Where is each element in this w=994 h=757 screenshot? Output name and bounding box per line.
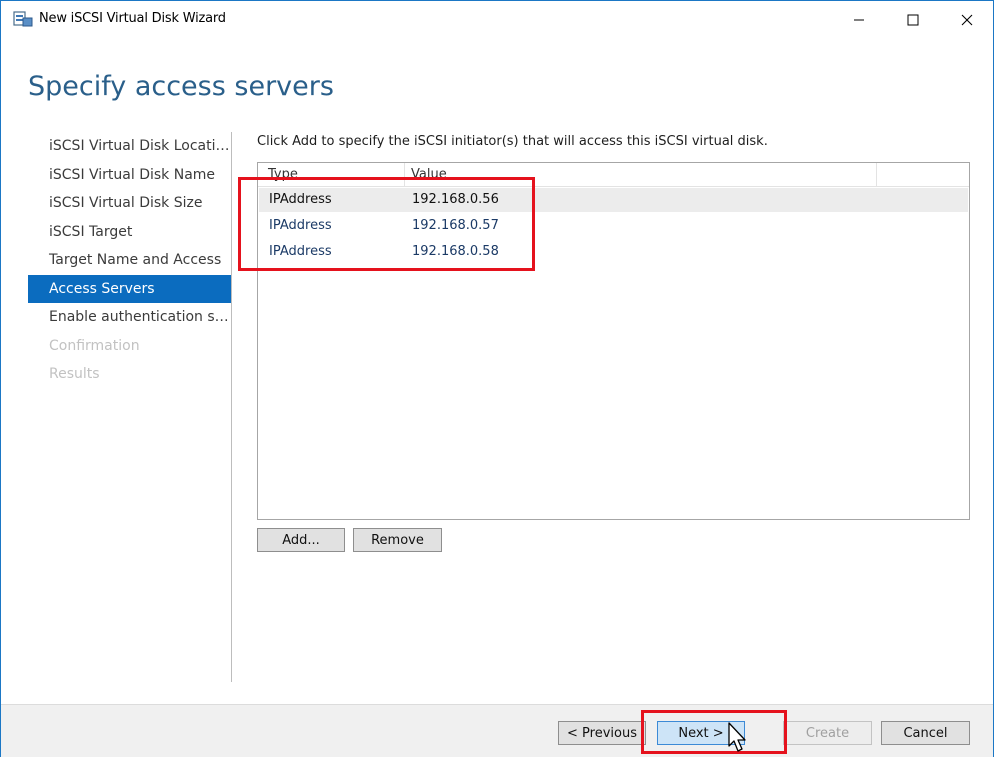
page-title: Specify access servers bbox=[28, 71, 334, 102]
cell-type: IPAddress bbox=[269, 192, 332, 207]
previous-button[interactable]: < Previous bbox=[558, 721, 646, 745]
nav-step-disk-size[interactable]: iSCSI Virtual Disk Size bbox=[28, 189, 231, 218]
close-button[interactable] bbox=[941, 1, 993, 38]
nav-step-disk-name[interactable]: iSCSI Virtual Disk Name bbox=[28, 161, 231, 190]
maximize-icon bbox=[907, 14, 919, 25]
mouse-cursor-icon bbox=[728, 722, 746, 752]
nav-step-results: Results bbox=[49, 366, 100, 382]
title-bar[interactable]: New iSCSI Virtual Disk Wizard bbox=[1, 1, 993, 38]
add-button[interactable]: Add... bbox=[257, 528, 345, 552]
instruction-text: Click Add to specify the iSCSI initiator… bbox=[257, 134, 768, 149]
cell-value: 192.168.0.57 bbox=[412, 218, 499, 233]
close-icon bbox=[961, 14, 973, 25]
nav-step-confirmation: Confirmation bbox=[49, 337, 140, 354]
list-row[interactable]: IPAddress 192.168.0.58 bbox=[259, 240, 968, 264]
cell-type: IPAddress bbox=[269, 244, 332, 259]
cell-value: 192.168.0.58 bbox=[412, 244, 499, 259]
nav-step-disk-location[interactable]: iSCSI Virtual Disk Location bbox=[28, 132, 231, 161]
wizard-window: New iSCSI Virtual Disk Wizard Specify ac… bbox=[0, 0, 994, 757]
column-header-type[interactable]: Type bbox=[258, 163, 405, 187]
wizard-footer: < Previous Next > Create Cancel bbox=[1, 704, 993, 757]
cancel-button[interactable]: Cancel bbox=[881, 721, 970, 745]
access-servers-list[interactable]: Type Value IPAddress 192.168.0.56 IPAddr… bbox=[257, 162, 970, 520]
maximize-button[interactable] bbox=[887, 1, 939, 38]
wizard-steps-nav: iSCSI Virtual Disk Location iSCSI Virtua… bbox=[28, 132, 231, 389]
remove-button[interactable]: Remove bbox=[353, 528, 442, 552]
list-header: Type Value bbox=[258, 163, 969, 187]
nav-step-iscsi-target[interactable]: iSCSI Target bbox=[28, 218, 231, 247]
create-button: Create bbox=[783, 721, 872, 745]
cell-value: 192.168.0.56 bbox=[412, 192, 499, 207]
list-row[interactable]: IPAddress 192.168.0.56 bbox=[259, 188, 968, 212]
cell-type: IPAddress bbox=[269, 218, 332, 233]
minimize-icon bbox=[854, 19, 864, 20]
nav-step-target-name-access[interactable]: Target Name and Access bbox=[28, 246, 231, 275]
minimize-button[interactable] bbox=[833, 1, 885, 38]
nav-divider bbox=[231, 132, 232, 682]
column-header-value[interactable]: Value bbox=[405, 163, 877, 187]
window-title: New iSCSI Virtual Disk Wizard bbox=[39, 11, 226, 26]
server-manager-icon bbox=[13, 11, 33, 27]
nav-step-access-servers[interactable]: Access Servers bbox=[28, 274, 231, 303]
nav-step-enable-authentication[interactable]: Enable authentication ser... bbox=[28, 303, 231, 332]
list-row[interactable]: IPAddress 192.168.0.57 bbox=[259, 214, 968, 238]
